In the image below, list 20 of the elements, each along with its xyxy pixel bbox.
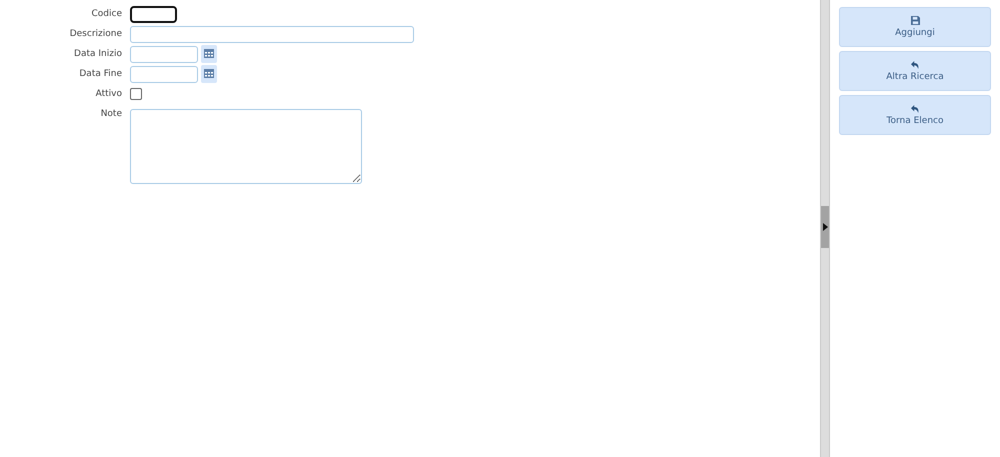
action-button[interactable]: Torna Elenco xyxy=(839,95,991,135)
calendar-icon[interactable] xyxy=(201,45,217,63)
action-button[interactable]: Aggiungi xyxy=(839,7,991,47)
notes-field[interactable] xyxy=(130,109,362,184)
checkbox[interactable] xyxy=(130,88,142,100)
action-button[interactable]: Altra Ricerca xyxy=(839,51,991,91)
return-arrow-icon xyxy=(911,104,919,112)
date-field[interactable] xyxy=(130,46,198,62)
calendar-icon[interactable] xyxy=(201,65,217,83)
field-label: Data Inizio xyxy=(73,49,123,59)
arrow-right-icon xyxy=(822,222,828,230)
field-label: Note xyxy=(100,109,123,119)
field-label: Attivo xyxy=(94,89,123,99)
field-label: Codice xyxy=(90,9,123,19)
splitter-handle[interactable] xyxy=(821,206,829,248)
field-label: Descrizione xyxy=(68,29,123,39)
return-arrow-icon xyxy=(911,60,919,68)
field-label: Data Fine xyxy=(78,69,123,79)
date-field[interactable] xyxy=(130,66,198,82)
text-field[interactable] xyxy=(130,6,177,22)
